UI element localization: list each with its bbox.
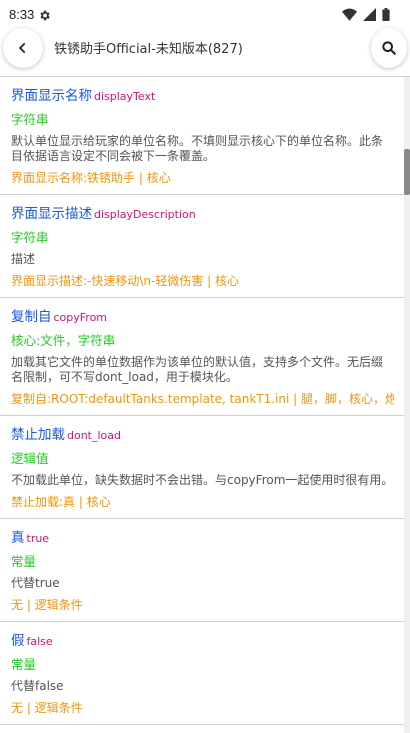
back-button[interactable] [3, 28, 43, 68]
item-name: 禁止加载 [11, 427, 65, 443]
item-example: 复制自:ROOT:defaultTanks.template, tankT1.i… [11, 392, 394, 406]
item-example: 无 | 逻辑条件 [11, 701, 83, 715]
item-example: 界面显示描述:-快速移动\n-轻微伤害 | 核心 [11, 274, 240, 288]
list-item[interactable]: 界面显示描述 displayDescription 字符串 描述 界面显示描述:-… [0, 195, 404, 298]
search-icon [382, 41, 397, 56]
scrollbar-track[interactable] [404, 77, 410, 733]
item-example: 界面显示名称:铁锈助手 | 核心 [11, 171, 171, 185]
item-type: 常量 [11, 554, 37, 569]
item-key: copyFrom [53, 311, 108, 324]
item-key: true [26, 532, 50, 545]
item-type: 字符串 [11, 230, 49, 245]
search-button[interactable] [371, 28, 407, 68]
signal-icon [363, 8, 376, 21]
item-description: 代替false [11, 679, 64, 693]
item-name: 界面显示描述 [11, 206, 92, 222]
item-example: 禁止加载:真 | 核心 [11, 495, 111, 509]
item-type: 核心:文件，字符串 [11, 333, 116, 348]
item-name-row: 界面显示名称 displayText [11, 87, 394, 106]
item-key: dont_load [67, 429, 122, 442]
list-item[interactable]: 复制自 copyFrom 核心:文件，字符串 加载其它文件的单位数据作为该单位的默… [0, 298, 404, 416]
item-name: 界面显示名称 [11, 88, 92, 104]
item-name-row: 禁止加载 dont_load [11, 426, 394, 445]
item-name: 假 [11, 633, 25, 649]
item-type: 字符串 [11, 112, 49, 127]
item-key: displayText [94, 90, 156, 103]
item-example: 无 | 逻辑条件 [11, 598, 83, 612]
item-description: 描述 [11, 252, 36, 266]
chevron-left-icon [18, 42, 26, 54]
list-item[interactable]: 假 false 常量 代替false 无 | 逻辑条件 [0, 622, 404, 725]
item-name-row: 界面显示描述 displayDescription [11, 205, 394, 224]
app-bar: 铁锈助手Official-未知版本(827) [0, 28, 410, 76]
item-description: 不加载此单位，缺失数据时不会出错。与copyFrom一起使用时很有用。 [11, 473, 394, 487]
status-time: 8:33 [9, 7, 35, 22]
list-item[interactable]: 真 true 常量 代替true 无 | 逻辑条件 [0, 519, 404, 622]
item-type: 常量 [11, 657, 37, 672]
item-description: 加载其它文件的单位数据作为该单位的默认值，支持多个文件。无后缀名限制，可不写do… [11, 355, 384, 384]
item-name: 复制自 [11, 309, 52, 325]
item-name: 真 [11, 530, 25, 546]
page-title: 铁锈助手Official-未知版本(827) [54, 42, 243, 57]
item-name-row: 复制自 copyFrom [11, 308, 394, 327]
item-key: displayDescription [94, 208, 196, 221]
item-key: false [26, 635, 53, 648]
wifi-icon [342, 8, 357, 21]
list-item[interactable]: 禁止加载 dont_load 逻辑值 不加载此单位，缺失数据时不会出错。与copy… [0, 416, 404, 519]
item-description: 默认单位显示给玩家的单位名称。不填则显示核心下的单位名称。此条目依据语言设定不同… [11, 134, 384, 163]
list-item[interactable]: 界面显示名称 displayText 字符串 默认单位显示给玩家的单位名称。不填则… [0, 77, 404, 195]
item-description: 代替true [11, 576, 60, 590]
item-name-row: 真 true [11, 529, 394, 548]
item-name-row: 假 false [11, 632, 394, 651]
battery-icon [382, 8, 390, 21]
settings-icon [40, 10, 50, 21]
item-type: 逻辑值 [11, 451, 49, 466]
scrollbar-thumb[interactable] [404, 149, 410, 195]
attribute-list[interactable]: 界面显示名称 displayText 字符串 默认单位显示给玩家的单位名称。不填则… [0, 77, 404, 733]
